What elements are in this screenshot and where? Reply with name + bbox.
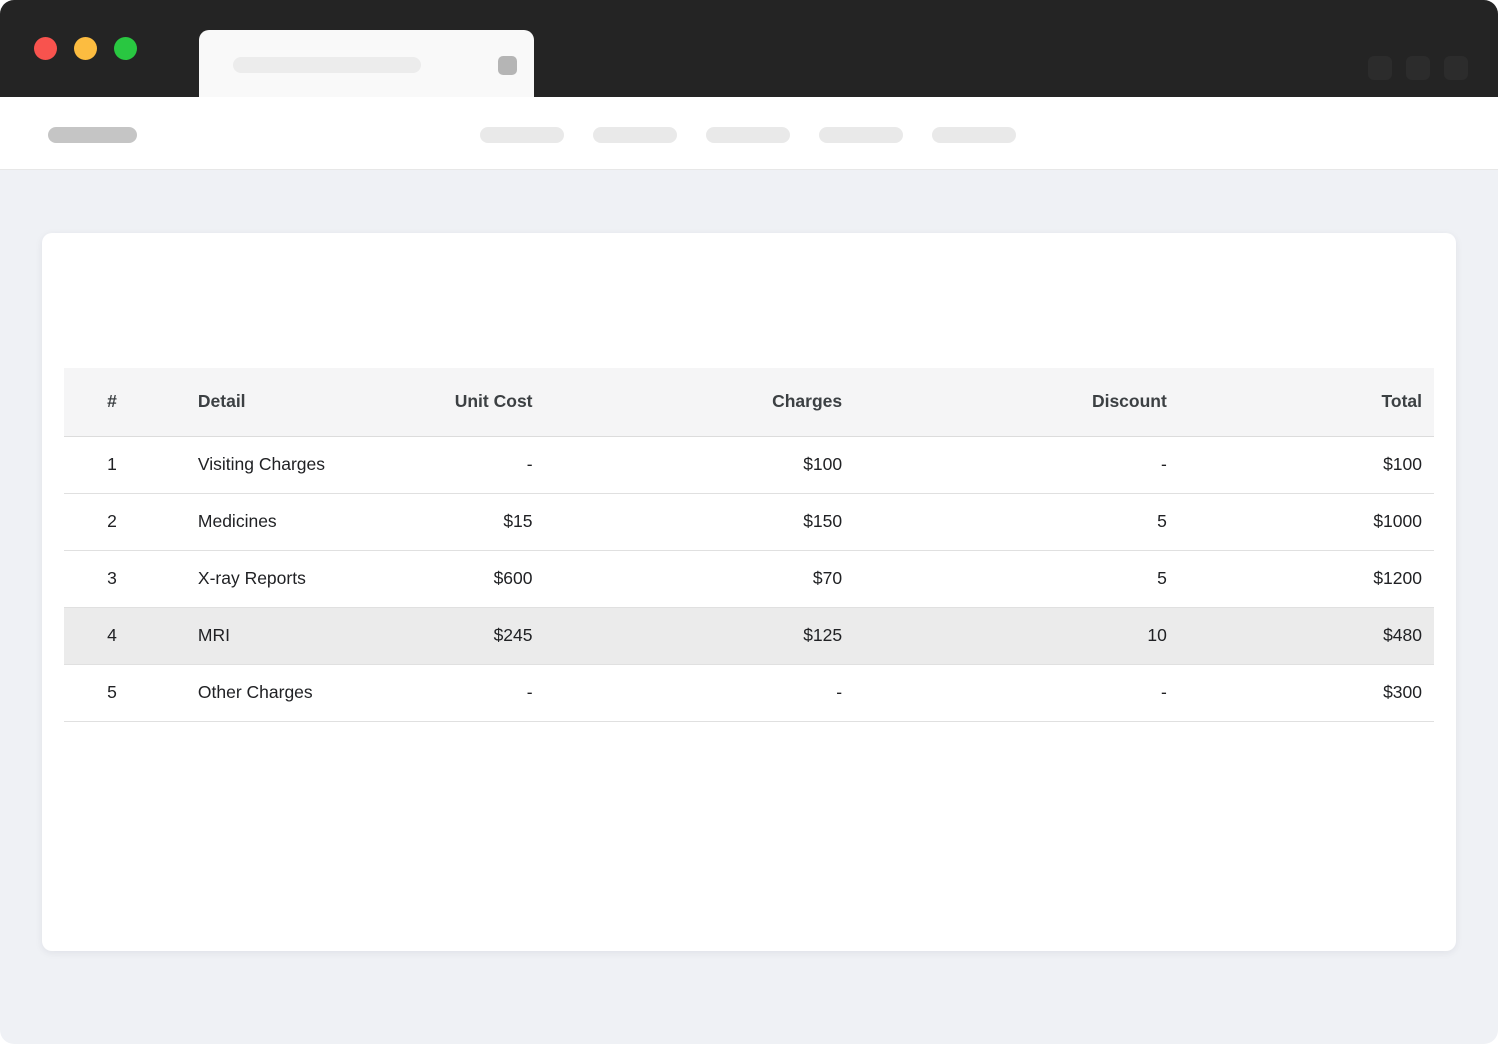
cell-charges: $100 <box>803 454 843 474</box>
titlebar-icon-placeholder <box>1406 56 1430 80</box>
titlebar-icon-placeholder <box>1444 56 1468 80</box>
cell-detail: Other Charges <box>197 682 313 702</box>
cell-num: 3 <box>107 568 117 588</box>
cell-charges: $70 <box>812 568 843 588</box>
cell-detail: Visiting Charges <box>197 454 325 474</box>
table-header-row: # Detail Unit Cost Charges Discount Total <box>64 368 1434 436</box>
nav-item-placeholder <box>932 127 1016 143</box>
browser-window: # Detail Unit Cost Charges Discount Total 1 Vi… <box>0 0 1498 1044</box>
cell-total: $100 <box>1383 454 1422 474</box>
tab-close-placeholder[interactable] <box>498 56 517 75</box>
cell-detail: X-ray Reports <box>197 568 306 588</box>
table-row[interactable]: 1 Visiting Charges - $100 - $100 <box>64 436 1434 493</box>
close-button[interactable] <box>34 37 57 60</box>
nav-item-placeholder <box>480 127 564 143</box>
cell-detail: Medicines <box>197 511 277 531</box>
window-controls <box>34 37 137 60</box>
table-row[interactable]: 3 X-ray Reports $600 $70 5 $1200 <box>64 550 1434 607</box>
column-header-charges: Charges <box>532 368 843 436</box>
cell-discount: 5 <box>1157 568 1167 588</box>
column-header-discount: Discount <box>842 368 1167 436</box>
cell-total: $1200 <box>1373 568 1422 588</box>
table-row[interactable]: 2 Medicines $15 $150 5 $1000 <box>64 493 1434 550</box>
cell-unit-cost: $245 <box>337 607 533 664</box>
cell-unit-cost: - <box>526 454 533 474</box>
cell-charges: - <box>836 682 843 702</box>
titlebar <box>0 0 1498 97</box>
cell-unit-cost: $600 <box>493 568 533 588</box>
table-row[interactable]: 5 Other Charges - - - $300 <box>64 664 1434 721</box>
cell-charges: $125 <box>532 607 843 664</box>
browser-tab[interactable] <box>199 30 534 97</box>
toolbar <box>0 97 1498 170</box>
table-row[interactable]: 4 MRI $245 $125 10 $480 <box>64 607 1434 664</box>
cell-num: 5 <box>107 682 117 702</box>
minimize-button[interactable] <box>74 37 97 60</box>
titlebar-icon-placeholders <box>1368 56 1468 80</box>
nav-item-placeholder <box>706 127 790 143</box>
cell-total: $1000 <box>1373 511 1422 531</box>
nav-item-placeholder <box>819 127 903 143</box>
column-header-total: Total <box>1166 368 1434 436</box>
cell-detail: MRI <box>159 607 338 664</box>
maximize-button[interactable] <box>114 37 137 60</box>
nav-item-placeholder <box>593 127 677 143</box>
column-header-detail: Detail <box>159 368 338 436</box>
cell-unit-cost: $15 <box>503 511 533 531</box>
cell-unit-cost: - <box>526 682 533 702</box>
nav-menu <box>480 127 1016 143</box>
billing-card: # Detail Unit Cost Charges Discount Total 1 Vi… <box>42 233 1456 951</box>
logo-placeholder <box>48 127 137 143</box>
cell-discount: - <box>1160 682 1167 702</box>
cell-total: $300 <box>1383 682 1422 702</box>
cell-num: 4 <box>64 607 160 664</box>
page-content: # Detail Unit Cost Charges Discount Total 1 Vi… <box>0 170 1498 1044</box>
cell-discount: 5 <box>1157 511 1167 531</box>
column-header-num: # <box>64 368 160 436</box>
cell-num: 1 <box>107 454 117 474</box>
tab-title-placeholder <box>233 57 421 73</box>
cell-discount: - <box>1160 454 1167 474</box>
cell-total: $480 <box>1166 607 1434 664</box>
table-body: 1 Visiting Charges - $100 - $100 2 Medicines $15… <box>64 436 1434 721</box>
column-header-unit-cost: Unit Cost <box>337 368 533 436</box>
cell-charges: $150 <box>803 511 843 531</box>
cell-num: 2 <box>107 511 117 531</box>
cell-discount: 10 <box>842 607 1167 664</box>
charges-table: # Detail Unit Cost Charges Discount Total 1 Vi… <box>64 368 1434 722</box>
titlebar-icon-placeholder <box>1368 56 1392 80</box>
